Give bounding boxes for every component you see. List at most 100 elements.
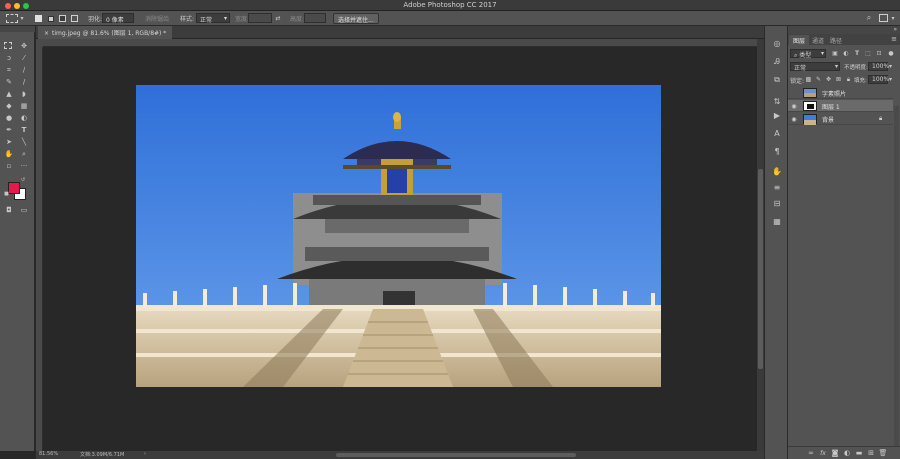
layer-style-icon[interactable]: fx — [818, 449, 828, 458]
lock-image-icon[interactable]: ✎ — [815, 76, 822, 83]
horizontal-scrollbar-thumb[interactable] — [336, 453, 576, 457]
gradient-icon[interactable]: ▦ — [18, 101, 30, 111]
select-and-mask-button[interactable]: 选择并遮住... — [333, 13, 379, 24]
magic-wand-icon[interactable]: ⁄ — [18, 53, 30, 63]
move-icon[interactable]: ✥ — [18, 41, 30, 51]
eyedropper-icon[interactable]: ∕ — [18, 65, 30, 75]
new-selection-icon[interactable] — [35, 15, 42, 22]
swap-colors-icon[interactable]: ↺ — [20, 178, 26, 183]
filter-pixel-icon[interactable]: ▣ — [831, 50, 839, 58]
horizontal-ruler[interactable] — [43, 39, 757, 47]
marquee-icon[interactable] — [4, 42, 12, 49]
quick-mask-icon[interactable]: ◘ — [3, 205, 15, 215]
close-icon[interactable]: × — [44, 30, 49, 37]
layer-row-0[interactable]: 字素照片 — [788, 87, 893, 99]
crop-icon[interactable]: ⌗ — [3, 65, 15, 75]
tab-channels[interactable]: 通道 — [808, 35, 828, 45]
chevron-down-icon[interactable]: ▾ — [889, 63, 892, 70]
search-icon[interactable]: ⌕ — [864, 13, 874, 23]
layer-row-2[interactable]: ◉ 背景 🔒︎ — [788, 113, 893, 125]
filter-kind-select[interactable]: ⌕ 类型 ▾ — [790, 49, 826, 59]
add-selection-icon[interactable] — [46, 14, 55, 23]
ruler-origin[interactable] — [36, 39, 43, 47]
chevron-down-icon[interactable]: ▾ — [19, 14, 25, 23]
blur-icon[interactable]: ● — [3, 113, 15, 123]
text-icon[interactable]: A — [771, 128, 783, 140]
healing-brush-icon[interactable]: ✎ — [3, 77, 15, 87]
layer-name-0[interactable]: 字素照片 — [822, 89, 846, 98]
rect-marquee-preset-icon[interactable] — [6, 14, 18, 23]
clone-source-icon[interactable]: ⧉ — [771, 74, 783, 86]
opacity-input[interactable]: 100% — [868, 62, 889, 71]
screen-mode-icon[interactable]: ▭ — [18, 205, 30, 215]
document-image[interactable] — [43, 47, 757, 451]
document-tab[interactable]: × timg.jpeg @ 81.6% (图层 1, RGB/8#) * — [38, 26, 173, 39]
line-icon[interactable]: ╲ — [18, 137, 30, 147]
history-brush-icon[interactable]: ◗ — [18, 89, 30, 99]
swap-dimensions-icon[interactable]: ⇄ — [274, 14, 282, 23]
swatches-icon[interactable]: ▦ — [771, 216, 783, 228]
new-group-icon[interactable]: ▬ — [854, 449, 864, 458]
layer-name-2[interactable]: 背景 — [822, 115, 834, 124]
chevron-down-icon[interactable]: ▾ — [889, 76, 892, 83]
subtract-selection-icon[interactable] — [58, 14, 67, 23]
vertical-ruler[interactable] — [36, 47, 43, 451]
filter-toggle-icon[interactable]: ● — [887, 50, 895, 58]
history-icon[interactable]: ◎ — [771, 38, 783, 50]
properties-icon[interactable]: ⊟ — [771, 198, 783, 210]
more-tools-icon[interactable]: ··· — [18, 161, 30, 171]
paragraph-icon[interactable]: ¶ — [771, 146, 783, 158]
adjustment-layer-icon[interactable]: ◐ — [842, 449, 852, 458]
path-selection-icon[interactable]: ➤ — [3, 137, 15, 147]
width-input[interactable] — [248, 13, 272, 23]
hand-icon[interactable]: ✋ — [3, 149, 15, 159]
vertical-scrollbar[interactable] — [757, 39, 764, 451]
add-mask-icon[interactable]: ◙ — [830, 449, 840, 458]
filter-type-icon[interactable]: T — [853, 50, 861, 58]
lock-all-icon[interactable]: 🔒︎ — [845, 76, 852, 83]
link-layers-icon[interactable]: ∞ — [806, 449, 816, 458]
lock-artboard-icon[interactable]: ⊠ — [835, 76, 842, 83]
lock-icon[interactable]: 🔒︎ — [879, 115, 882, 123]
eye-icon[interactable]: ◉ — [790, 116, 798, 123]
edit-toolbar-icon[interactable]: ▫ — [3, 161, 15, 171]
eraser-icon[interactable]: ◆ — [3, 101, 15, 111]
antialias-checkbox-label[interactable]: 消除锯齿 — [145, 14, 169, 23]
brush-icon[interactable]: / — [18, 77, 30, 87]
lasso-icon[interactable]: ↄ — [3, 53, 15, 63]
type-icon[interactable]: T — [18, 125, 30, 135]
layer-name-1[interactable]: 图层 1 — [822, 102, 840, 111]
lock-position-icon[interactable]: ✥ — [825, 76, 832, 83]
visibility-toggle-empty[interactable] — [790, 90, 798, 96]
panel-header[interactable]: » — [788, 26, 900, 34]
delete-layer-icon[interactable]: 🗑︎ — [878, 449, 888, 458]
workspace-icon[interactable] — [879, 14, 888, 22]
filter-shape-icon[interactable]: ⬚ — [864, 50, 872, 58]
foreground-color-swatch[interactable] — [8, 182, 20, 194]
eye-icon[interactable]: ◉ — [790, 103, 798, 110]
chevron-down-icon[interactable]: ▾ — [890, 14, 896, 23]
intersect-selection-icon[interactable] — [70, 14, 79, 23]
actions-icon[interactable]: ⇅ — [771, 96, 783, 108]
brush-settings-icon[interactable]: ✋ — [771, 166, 783, 178]
layer-row-1[interactable]: ◉ 图层 1 — [788, 100, 893, 112]
vertical-scrollbar-thumb[interactable] — [758, 169, 763, 369]
collapse-icon[interactable]: » — [893, 26, 897, 33]
zoom-icon[interactable]: ⌕ — [18, 149, 30, 159]
play-icon[interactable]: ▶ — [771, 110, 783, 122]
tab-layers[interactable]: 图层 — [789, 35, 810, 45]
new-layer-icon[interactable]: ⊞ — [866, 449, 876, 458]
character-icon[interactable]: Ꭿ — [771, 56, 783, 68]
clone-stamp-icon[interactable]: ▲ — [3, 89, 15, 99]
height-input[interactable] — [304, 13, 326, 23]
fill-input[interactable]: 100% — [868, 75, 889, 84]
filter-adjustment-icon[interactable]: ◐ — [842, 50, 850, 58]
canvas-area[interactable] — [43, 47, 757, 451]
style-select[interactable]: 正常 ▾ — [196, 13, 230, 24]
tab-paths[interactable]: 路径 — [826, 35, 846, 45]
dodge-icon[interactable]: ◐ — [18, 113, 30, 123]
default-colors-icon[interactable]: ■ — [4, 192, 9, 197]
adjustments-icon[interactable]: ≡ — [771, 182, 783, 194]
filter-smart-object-icon[interactable]: ⊡ — [875, 50, 883, 58]
layers-scrollbar[interactable] — [894, 106, 899, 446]
